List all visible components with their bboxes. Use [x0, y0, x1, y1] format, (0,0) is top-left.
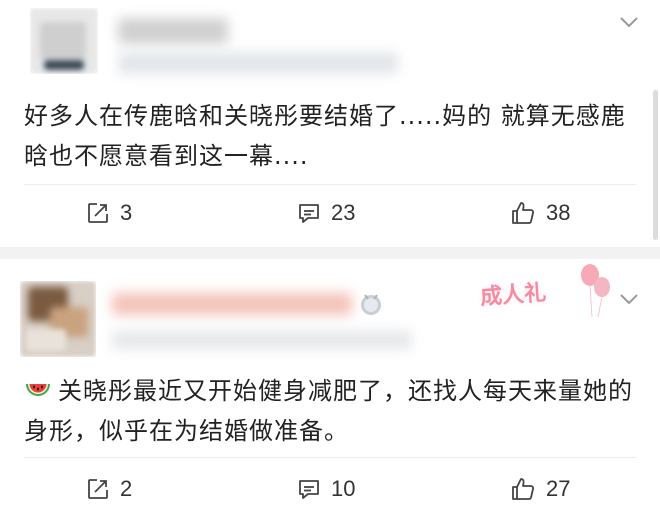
post-separator [0, 247, 660, 259]
post-content: 关晓彤最近又开始健身减肥了，还找人每天来量她的身形，似乎在为结婚做准备。 [24, 371, 636, 451]
post-meta [118, 52, 398, 74]
like-button[interactable]: 38 [510, 193, 570, 233]
divider [24, 184, 636, 185]
post-content: 好多人在传鹿晗和关晓彤要结婚了.....妈的 就算无感鹿晗也不愿意看到这一幕..… [24, 102, 626, 170]
weibo-post-2: 成人礼 关晓彤最近又开始健身减肥了，还找人每天来量她的身形，似乎在为结婚做准备。 [0, 259, 660, 506]
post-meta [112, 331, 412, 349]
repost-count: 3 [120, 200, 133, 225]
chevron-down-icon[interactable] [620, 16, 638, 28]
balloon-icon [581, 264, 610, 318]
badge-decoration: 成人礼 [474, 263, 614, 323]
comment-icon [299, 480, 319, 499]
action-bar: 2 10 27 [0, 469, 660, 506]
watermelon-icon [26, 384, 50, 396]
scrollbar[interactable] [653, 90, 658, 240]
comment-count: 23 [331, 200, 356, 225]
comment-count: 10 [331, 476, 356, 501]
medal-icon [361, 294, 381, 315]
chevron-down-icon[interactable] [620, 293, 638, 305]
share-icon [88, 203, 108, 223]
repost-button[interactable]: 2 [86, 469, 132, 506]
repost-count: 2 [120, 476, 133, 501]
action-bar: 3 23 38 [0, 193, 660, 233]
like-count: 38 [546, 200, 571, 225]
username[interactable] [118, 18, 228, 44]
thumbs-up-icon [512, 202, 535, 224]
feed: 好多人在传鹿晗和关晓彤要结婚了.....妈的 就算无感鹿晗也不愿意看到这一幕..… [0, 0, 660, 506]
avatar[interactable] [30, 8, 98, 74]
avatar[interactable] [20, 281, 96, 357]
like-count: 27 [546, 476, 571, 501]
comment-icon [299, 204, 319, 223]
divider [24, 457, 636, 458]
post-text: 关晓彤最近又开始健身减肥了，还找人每天来量她的身形，似乎在为结婚做准备。 [24, 377, 633, 445]
comment-button[interactable]: 10 [297, 469, 355, 506]
comment-button[interactable]: 23 [297, 193, 355, 233]
badge-label: 成人礼 [479, 280, 547, 311]
like-button[interactable]: 27 [510, 469, 570, 506]
weibo-post-1: 好多人在传鹿晗和关晓彤要结婚了.....妈的 就算无感鹿晗也不愿意看到这一幕..… [0, 0, 660, 247]
thumbs-up-icon [512, 478, 535, 500]
repost-button[interactable]: 3 [86, 193, 132, 233]
username[interactable] [112, 293, 352, 315]
share-icon [88, 479, 108, 499]
